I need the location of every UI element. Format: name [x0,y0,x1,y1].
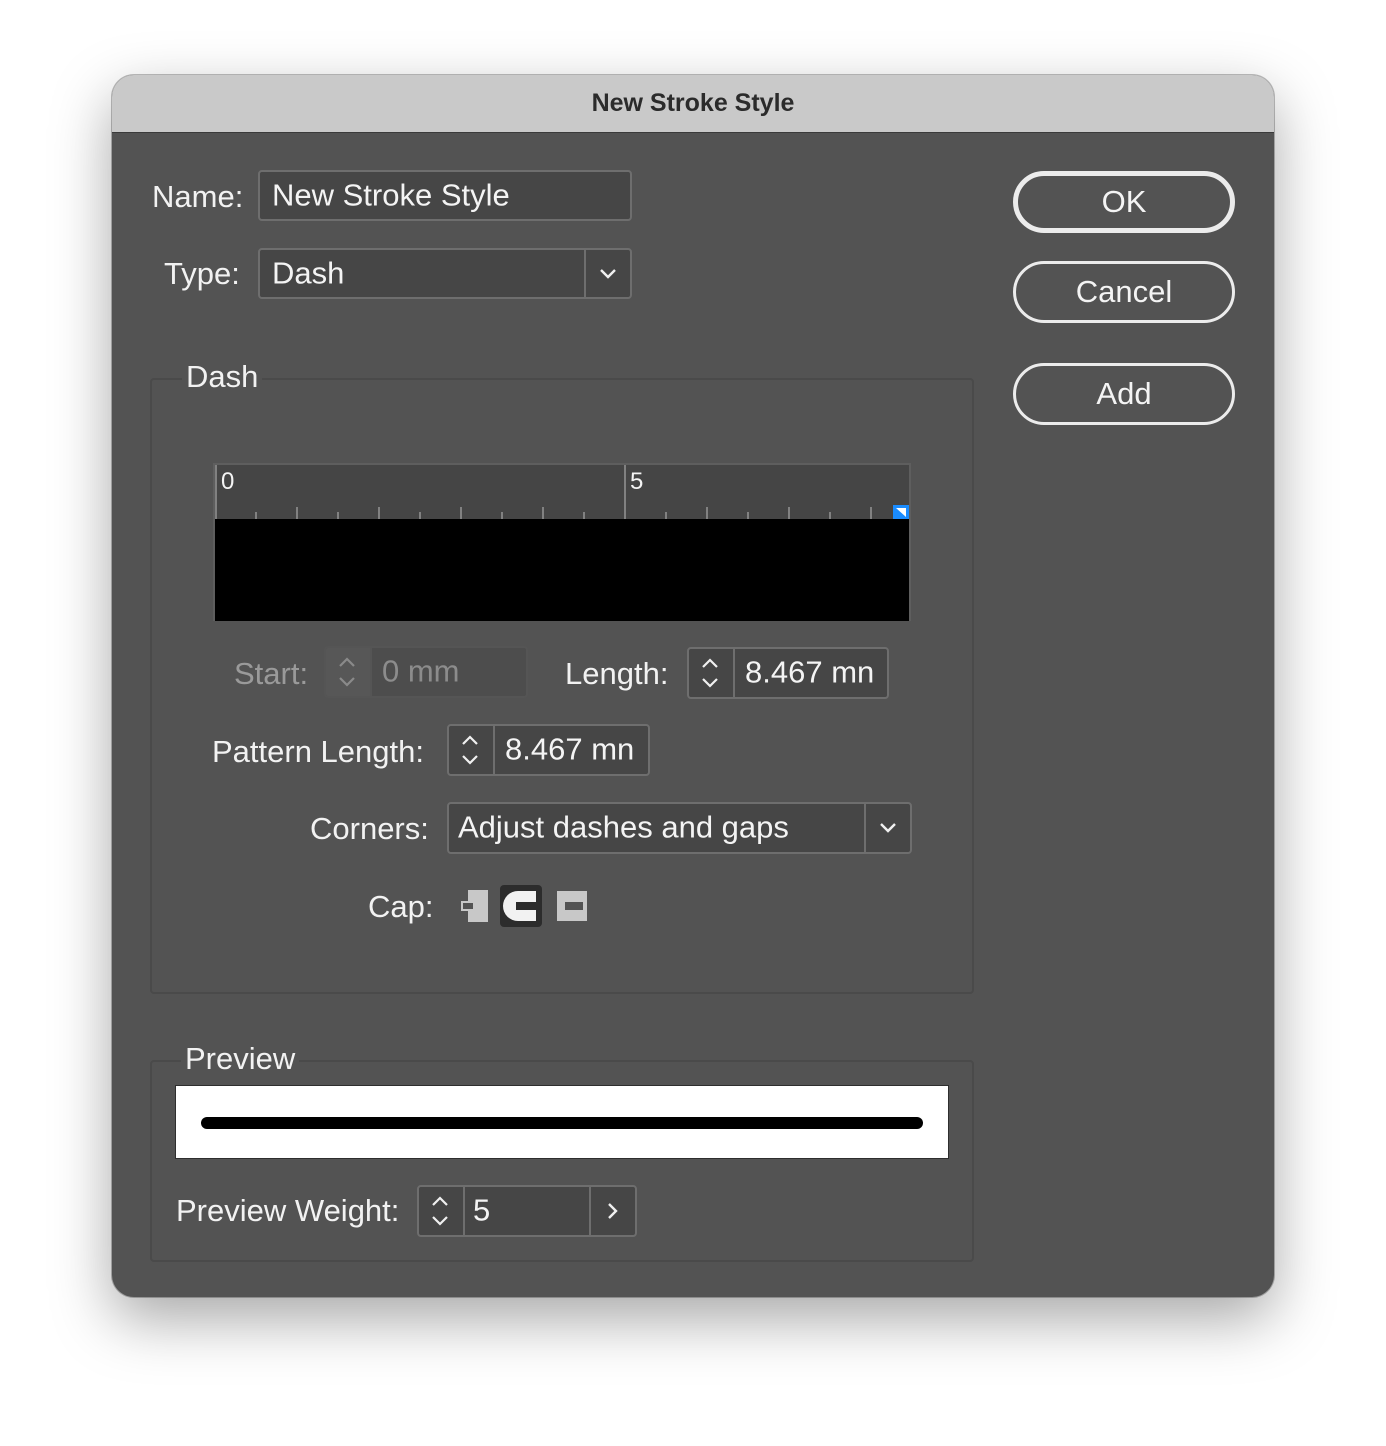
dash-group-title: Dash [182,359,263,395]
stepper-arrows-icon[interactable] [449,726,495,774]
pattern-length-stepper[interactable]: 8.467 mn [447,724,650,776]
stroke-preview [175,1085,949,1159]
preview-stroke-line [201,1117,923,1129]
stepper-arrows-icon [326,648,372,696]
stepper-arrows-icon[interactable] [689,649,735,697]
type-dropdown-value: Dash [272,254,345,290]
dialog-title: New Stroke Style [591,89,795,117]
dialog-titlebar: New Stroke Style [112,75,1274,133]
corners-label: Corners: [310,811,429,846]
length-stepper[interactable]: 8.467 mn [687,647,889,699]
preview-weight-label: Preview Weight: [176,1193,400,1228]
preview-group-title: Preview [181,1041,300,1077]
ok-button[interactable]: OK [1013,171,1235,233]
cap-label: Cap: [368,889,434,924]
start-stepper: 0 mm [324,646,528,698]
cancel-button[interactable]: Cancel [1013,261,1235,323]
start-label: Start: [234,656,309,691]
start-value: 0 mm [382,653,460,689]
preview-weight-stepper[interactable]: 5 [417,1185,637,1237]
type-dropdown[interactable]: Dash [258,248,632,299]
name-label: Name: [152,179,244,214]
round-cap-icon[interactable] [500,885,542,927]
chevron-right-icon[interactable] [589,1187,635,1235]
pattern-length-value: 8.467 mn [505,731,635,767]
chevron-down-icon[interactable] [864,804,910,852]
ruler-ticks [215,465,872,519]
name-input-value: New Stroke Style [272,176,510,212]
dash-end-marker-icon[interactable] [893,505,909,519]
type-label: Type: [164,256,240,291]
length-label: Length: [565,656,669,691]
add-button[interactable]: Add [1013,363,1235,425]
dash-ruler[interactable]: 0 5 [213,463,911,621]
pattern-length-label: Pattern Length: [212,734,424,769]
length-value: 8.467 mn [745,654,875,690]
chevron-down-icon[interactable] [584,250,630,297]
new-stroke-style-dialog: New Stroke Style Name: New Stroke Style … [112,75,1274,1297]
projecting-cap-icon[interactable] [551,885,593,927]
name-input[interactable]: New Stroke Style [258,170,632,221]
corners-dropdown[interactable]: Adjust dashes and gaps [447,802,912,854]
corners-dropdown-value: Adjust dashes and gaps [458,809,789,845]
preview-weight-value: 5 [473,1192,491,1228]
dash-segment[interactable] [215,519,909,621]
butt-cap-icon[interactable] [454,885,496,927]
stepper-arrows-icon[interactable] [419,1187,465,1235]
